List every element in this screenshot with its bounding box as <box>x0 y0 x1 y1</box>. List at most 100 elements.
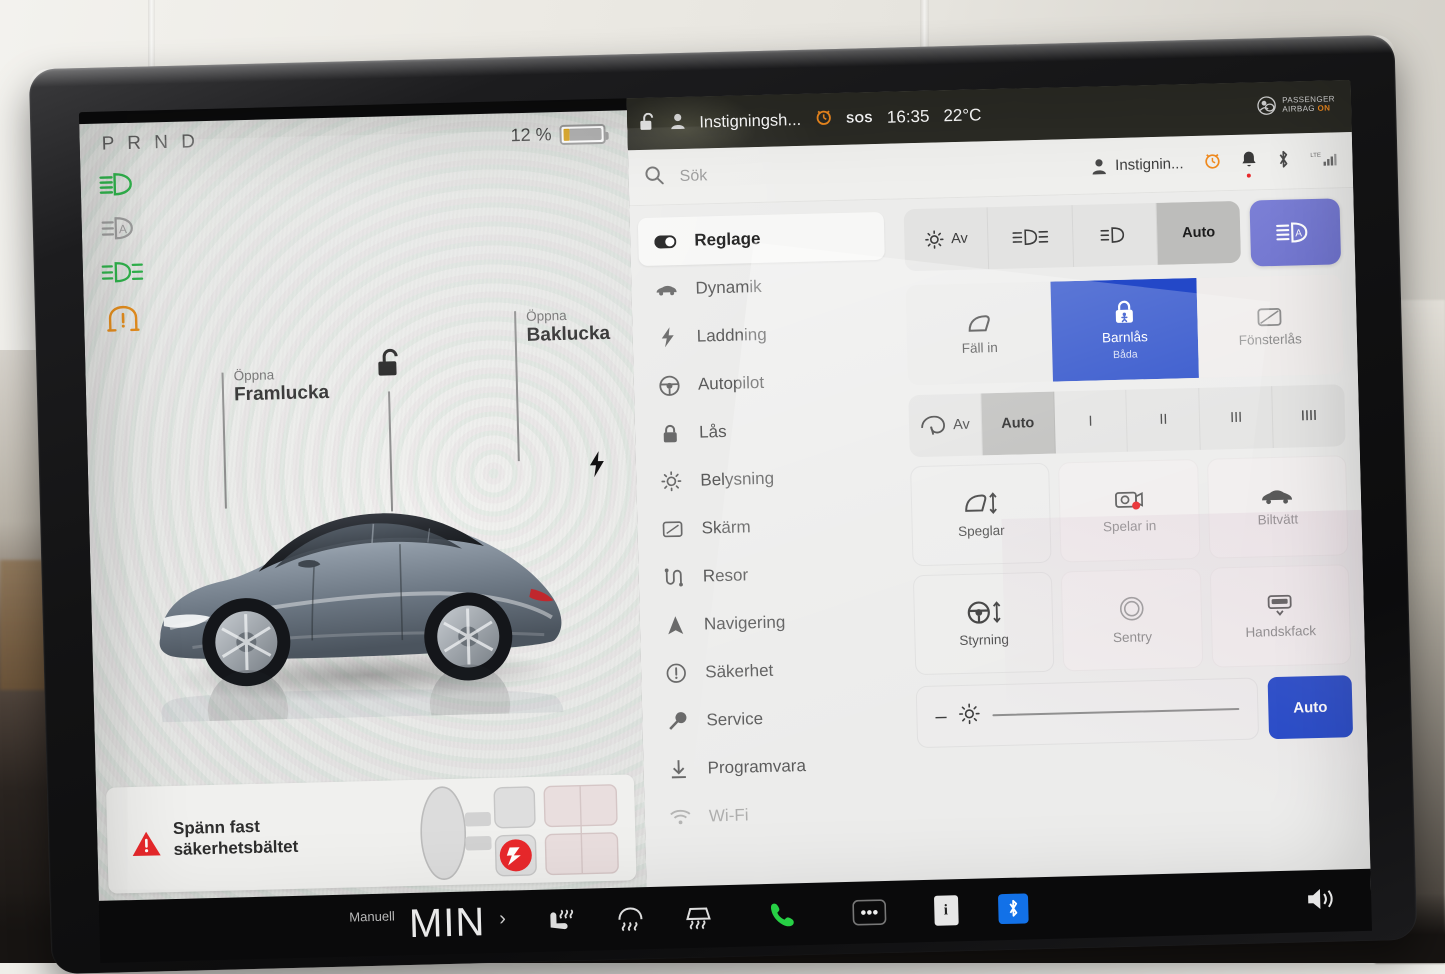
statusbar-profile-name[interactable]: Instigningsh... <box>699 110 801 132</box>
airbag-label-line2: AIRBAG <box>1282 103 1315 113</box>
charge-port-bolt-icon[interactable] <box>588 451 607 482</box>
mirrors-label: Speglar <box>958 523 1005 539</box>
sidebar-item-skarm[interactable]: Skärm <box>645 500 892 554</box>
download-icon <box>667 759 689 780</box>
card-icon[interactable]: i <box>934 895 959 926</box>
wipers-off-button[interactable]: Av <box>908 393 982 457</box>
sidebar-label: Dynamik <box>695 277 762 299</box>
unlocked-padlock-icon[interactable] <box>375 348 406 386</box>
search-profile-name: Instignin... <box>1115 155 1184 174</box>
exclamation-icon <box>665 663 687 684</box>
battery-indicator[interactable]: 12 % <box>510 123 606 146</box>
brightness-slider[interactable]: – <box>916 678 1259 749</box>
bolt-icon <box>657 327 679 348</box>
seat-occupancy-diagram <box>402 779 624 885</box>
sun-icon <box>660 471 682 492</box>
dashcam-tile[interactable]: Spelar in <box>1058 459 1200 562</box>
carwash-tile[interactable]: Biltvätt <box>1207 455 1349 558</box>
sidebar-item-wifi[interactable]: Wi-Fi <box>652 788 899 842</box>
frunk-name-label: Framlucka <box>234 381 330 406</box>
carwash-label: Biltvätt <box>1257 511 1298 527</box>
sidebar-item-laddning[interactable]: Laddning <box>640 308 887 362</box>
wipers-speed-2-button[interactable]: II <box>1127 388 1201 452</box>
sidebar-label: Resor <box>703 565 749 586</box>
chevron-right-icon[interactable]: › <box>499 907 506 930</box>
lowbeam-icon <box>1100 226 1128 245</box>
phone-icon[interactable] <box>768 900 797 929</box>
search-profile-chip[interactable]: Instignin... <box>1091 155 1184 174</box>
sidebar-item-service[interactable]: Service <box>650 692 897 746</box>
statusbar-profile-icon[interactable] <box>670 112 686 133</box>
search-input[interactable]: Sök <box>679 167 707 186</box>
seat-heater-icon[interactable] <box>546 907 577 934</box>
sidebar-item-belysning[interactable]: Belysning <box>644 452 891 506</box>
defrost-rear-icon[interactable] <box>616 905 645 932</box>
drive-panel: P R N D 12 % <box>79 110 647 906</box>
lte-signal-icon[interactable]: LTE <box>1310 148 1337 173</box>
sidebar-item-navigering[interactable]: Navigering <box>647 596 894 650</box>
steering-label: Styrning <box>959 632 1009 648</box>
lights-off-button[interactable]: Av <box>904 207 990 271</box>
wipers-speed-4-button[interactable]: IIII <box>1272 384 1345 448</box>
sidebar-item-programvara[interactable]: Programvara <box>651 740 898 794</box>
statusbar-padlock-icon[interactable] <box>639 112 657 135</box>
bell-icon[interactable] <box>1241 150 1257 173</box>
window-lock-button[interactable]: Fönsterlås <box>1196 274 1344 378</box>
mirrors-tile[interactable]: Speglar <box>910 463 1052 566</box>
wipers-speed-1-button[interactable]: I <box>1054 390 1128 454</box>
defrost-front-icon[interactable] <box>684 903 713 930</box>
brightness-row: – Auto <box>916 675 1353 748</box>
settings-panel: Instigningsh... SOS 16:35 22°C <box>627 80 1371 916</box>
window-lock-label: Fönsterlås <box>1239 331 1302 348</box>
brightness-track[interactable] <box>993 708 1240 716</box>
sentry-tile[interactable]: Sentry <box>1061 568 1203 671</box>
lights-row: Av <box>904 198 1342 275</box>
steering-tile[interactable]: Styrning <box>913 572 1055 675</box>
low-beam-button[interactable] <box>1072 203 1158 267</box>
wipers-segmented-control: Av Auto I II III <box>908 384 1345 457</box>
navarrow-icon <box>664 615 686 636</box>
sidebar-item-sakerhet[interactable]: Säkerhet <box>649 644 896 698</box>
sentry-label: Sentry <box>1113 629 1152 645</box>
bluetooth-tile-icon[interactable] <box>997 893 1028 924</box>
glovebox-tile[interactable]: Handskfack <box>1209 564 1351 667</box>
sidebar-item-reglage[interactable]: Reglage <box>638 212 885 266</box>
sidebar-item-autopilot[interactable]: Autopilot <box>641 356 888 410</box>
sidebar-item-dynamik[interactable]: Dynamik <box>639 260 886 314</box>
lamp-icon <box>924 229 944 249</box>
trunk-callout[interactable]: Öppna Baklucka <box>526 307 610 347</box>
card-letter: i <box>934 895 959 926</box>
auto-highbeam-icon: A <box>99 215 140 242</box>
frunk-callout[interactable]: Öppna Framlucka <box>233 366 329 407</box>
locks-row: Fäll in Barnlås Båda <box>906 274 1344 385</box>
sidebar-label: Programvara <box>707 756 806 778</box>
brightness-auto-button[interactable]: Auto <box>1268 675 1354 739</box>
sidebar-item-las[interactable]: Lås <box>643 404 890 458</box>
child-lock-button[interactable]: Barnlås Båda <box>1051 278 1199 382</box>
statusbar-time: 16:35 <box>887 107 930 128</box>
dots-icon[interactable] <box>852 899 887 926</box>
dashcam-label: Spelar in <box>1103 518 1157 534</box>
climate-mode-label: Manuell <box>349 908 395 924</box>
mirror-fold-icon <box>963 312 996 337</box>
seatbelt-warning-card[interactable]: Spänn fast säkerhetsbältet <box>106 774 637 893</box>
mirror-fold-button[interactable]: Fäll in <box>906 282 1054 386</box>
bluetooth-icon[interactable] <box>1276 149 1291 173</box>
fog-lights-button[interactable] <box>988 205 1074 269</box>
sos-label[interactable]: SOS <box>846 111 873 126</box>
sidebar-item-resor[interactable]: Resor <box>646 548 893 602</box>
brightness-minus-label[interactable]: – <box>935 706 947 726</box>
warning-triangle-icon <box>131 830 162 863</box>
svg-text:A: A <box>1295 228 1302 239</box>
wipers-speed-3-button[interactable]: III <box>1200 386 1274 450</box>
wipers-auto-button[interactable]: Auto <box>981 392 1055 456</box>
wiper-icon <box>920 415 946 436</box>
volume-icon[interactable] <box>1305 885 1338 917</box>
auto-highbeam-button[interactable]: A <box>1249 198 1341 266</box>
climate-control-left[interactable]: Manuell MIN › <box>99 899 507 954</box>
vehicle-illustration[interactable] <box>135 412 582 723</box>
lights-auto-button[interactable]: Auto <box>1156 201 1241 265</box>
statusbar-alarm-icon[interactable] <box>815 108 833 130</box>
alarm-icon[interactable] <box>1203 151 1222 174</box>
sidebar-label: Skärm <box>701 517 751 538</box>
